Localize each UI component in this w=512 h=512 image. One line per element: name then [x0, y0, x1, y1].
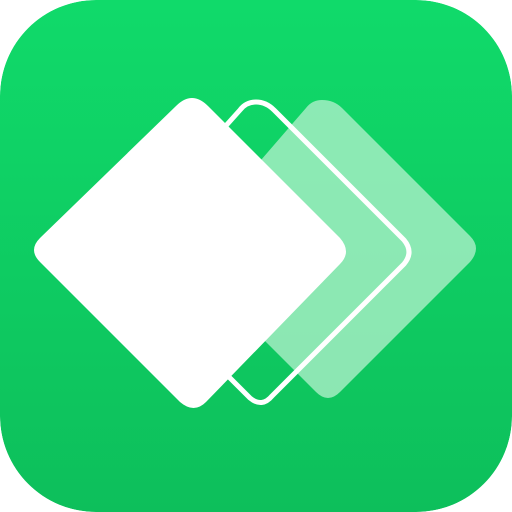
app-icon [0, 0, 512, 512]
layered-diamonds-icon [0, 0, 512, 512]
